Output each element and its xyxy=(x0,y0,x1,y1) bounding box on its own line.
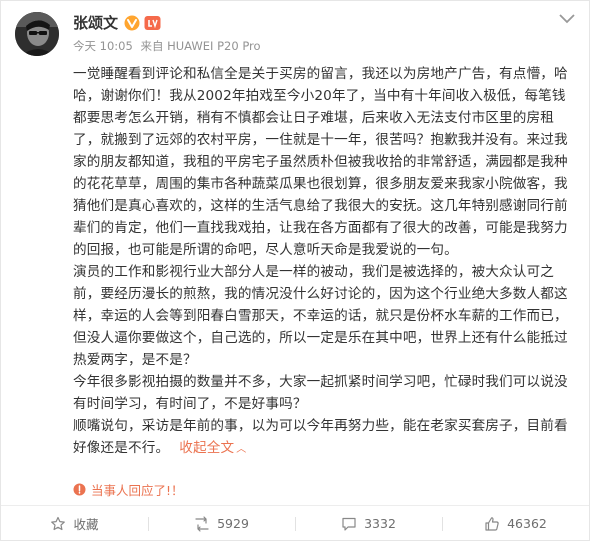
post-paragraph: 演员的工作和影视行业大部分人是一样的被动，我们是被选择的，被大众认可之前，要经历… xyxy=(73,264,568,368)
post-paragraph-text: 顺嘴说句，采访是年前的事，以为可以今年再努力些，能在老家买套房子，目前看好像还是… xyxy=(73,418,568,456)
repost-button[interactable]: 5929 xyxy=(148,506,295,541)
like-button[interactable]: 46362 xyxy=(442,506,589,541)
comment-icon xyxy=(342,517,356,531)
author-name[interactable]: 张颂文 xyxy=(73,13,118,33)
favorite-label: 收藏 xyxy=(73,517,99,532)
thumbs-up-icon xyxy=(485,516,499,531)
reply-note-icon xyxy=(73,483,86,495)
reply-note[interactable]: 当事人回应了!！ xyxy=(73,480,184,498)
author-row: 张颂文 xyxy=(73,13,161,33)
avatar-image xyxy=(15,12,59,56)
chevron-down-icon[interactable] xyxy=(557,12,577,26)
collapse-full-text-link[interactable]: 收起全文 ︿ xyxy=(179,440,246,456)
weibo-post-card: 张颂文 今天 10:05 来自 HUAWEI P20 Pro 一觉睡醒看到评论和… xyxy=(0,0,590,541)
repost-count: 5929 xyxy=(217,516,249,531)
post-paragraph: 今年很多影视拍摄的数量并不多，大家一起抓紧时间学习吧，忙碌时我们可以说没有时间学… xyxy=(73,374,568,412)
repost-icon xyxy=(195,515,209,532)
post-paragraph-last: 顺嘴说句，采访是年前的事，以为可以今年再努力些，能在老家买套房子，目前看好像还是… xyxy=(73,415,571,461)
post-source: 来自 HUAWEI P20 Pro xyxy=(140,39,261,53)
post-content: 一觉睡醒看到评论和私信全是关于买房的留言，我还以为房地产广告，有点懵，哈哈，谢谢… xyxy=(73,63,571,461)
reply-note-text: 当事人回应了!！ xyxy=(91,482,184,498)
collapse-label: 收起全文 xyxy=(179,440,235,456)
chevron-up-icon: ︿ xyxy=(236,444,247,455)
level-badge-icon[interactable] xyxy=(144,15,161,31)
action-bar: 收藏 5929 3332 46362 xyxy=(1,505,589,541)
avatar[interactable] xyxy=(15,12,59,56)
like-count: 46362 xyxy=(507,516,547,531)
post-header: 张颂文 今天 10:05 来自 HUAWEI P20 Pro xyxy=(1,1,589,63)
star-icon xyxy=(51,516,66,530)
verified-v-icon xyxy=(124,15,140,31)
post-meta: 今天 10:05 来自 HUAWEI P20 Pro xyxy=(73,38,265,54)
comment-count: 3332 xyxy=(364,516,396,531)
favorite-button[interactable]: 收藏 xyxy=(1,506,148,541)
post-time[interactable]: 今天 10:05 xyxy=(73,39,133,53)
post-paragraph: 一觉睡醒看到评论和私信全是关于买房的留言，我还以为房地产广告，有点懵，哈哈，谢谢… xyxy=(73,66,568,258)
comment-button[interactable]: 3332 xyxy=(295,506,442,541)
